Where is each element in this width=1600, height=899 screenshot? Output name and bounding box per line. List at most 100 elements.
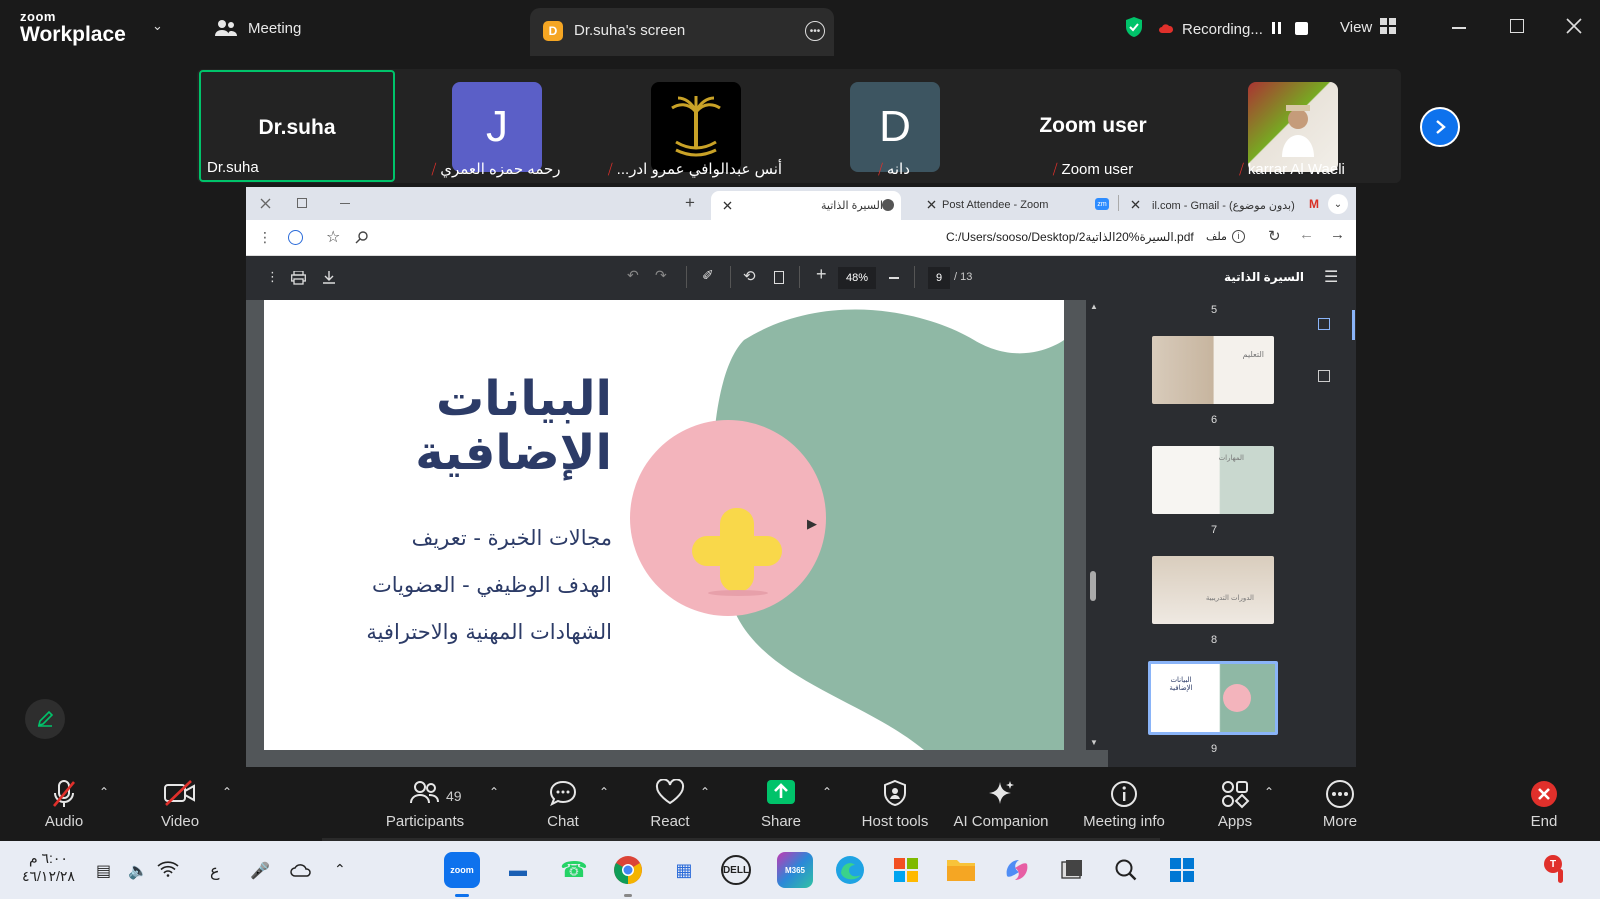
thumbnail-page-8[interactable]: الدورات التدريبية — [1152, 556, 1274, 624]
forward-icon[interactable]: → — [1330, 226, 1345, 243]
meeting-info-button[interactable]: Meeting info — [1072, 779, 1176, 830]
apps-button[interactable]: Apps — [1205, 779, 1265, 830]
clock[interactable]: ٦:٠٠ م ٤٦/١٢/٢٨ — [22, 849, 75, 885]
apps-options-caret[interactable]: ⌃ — [1264, 785, 1274, 799]
search-icon[interactable] — [1108, 852, 1144, 888]
more-button[interactable]: More — [1310, 779, 1370, 830]
scroll-up-icon[interactable]: ▲ — [1090, 302, 1098, 311]
video-button[interactable]: Video — [150, 779, 210, 830]
chevron-down-icon[interactable]: ⌄ — [152, 18, 163, 34]
tab-close-icon[interactable] — [927, 200, 936, 209]
bookmark-star-icon[interactable]: ☆ — [326, 227, 340, 247]
ai-companion-button[interactable]: AI Companion — [948, 779, 1054, 830]
restore-icon[interactable] — [1510, 19, 1524, 33]
input-language[interactable]: ع — [210, 861, 220, 881]
tab-search-icon[interactable]: ⌄ — [1328, 194, 1348, 214]
stop-recording-icon[interactable] — [1294, 20, 1308, 36]
rotate-icon[interactable]: ⟲ — [743, 267, 756, 285]
view-button[interactable]: View — [1340, 19, 1372, 36]
share-button[interactable]: Share — [751, 779, 811, 830]
participant-tile[interactable]: Zoom user ⧸ Zoom user — [995, 70, 1191, 182]
control-panel-icon[interactable]: ▦ — [666, 852, 702, 888]
thumbnail-page-9-active[interactable]: البيانات الإضافية — [1148, 661, 1278, 735]
grid-view-icon[interactable] — [1380, 18, 1396, 34]
tab-label[interactable]: il.com - Gmail - (بدون موضوع) — [1152, 199, 1295, 212]
participant-tile[interactable]: J ⧸ رحمه حمزه العمري — [398, 70, 594, 182]
zoom-lens-icon[interactable] — [355, 230, 369, 244]
participants-options-caret[interactable]: ⌃ — [489, 785, 499, 799]
reload-icon[interactable]: ↻ — [1268, 227, 1281, 245]
hamburger-menu-icon[interactable]: ☰ — [1324, 267, 1338, 287]
ruler-app-icon[interactable]: ▬ — [500, 852, 536, 888]
participant-tile[interactable]: ⧸ ...أنس عبدالوافي عمرو ادر — [597, 70, 793, 182]
annotate-icon[interactable]: ✐ — [702, 267, 714, 284]
react-options-caret[interactable]: ⌃ — [700, 785, 710, 799]
close-icon[interactable] — [1566, 18, 1582, 34]
tablet-app-icon[interactable] — [1054, 852, 1090, 888]
tab-close-icon[interactable] — [723, 201, 732, 210]
thumbnail-page-7[interactable]: المهارات — [1152, 446, 1274, 514]
outline-view-icon[interactable] — [1318, 370, 1330, 382]
host-tools-button[interactable]: Host tools — [855, 779, 935, 830]
kebab-menu-icon[interactable]: ⋮ — [258, 229, 272, 246]
undo-icon[interactable]: ↶ — [627, 267, 639, 284]
profile-icon[interactable] — [288, 230, 303, 245]
site-info-icon[interactable]: i — [1232, 230, 1245, 243]
copilot-icon[interactable] — [999, 852, 1035, 888]
browser-restore-icon[interactable] — [297, 198, 307, 208]
dell-icon[interactable]: DELL — [721, 855, 751, 885]
participants-button[interactable]: Participants — [380, 779, 470, 830]
fit-page-icon[interactable] — [774, 271, 784, 284]
browser-tab-active[interactable]: السيرة الذاتية — [711, 191, 901, 220]
wifi-icon[interactable] — [157, 861, 179, 877]
browser-close-icon[interactable] — [260, 198, 271, 209]
chat-options-caret[interactable]: ⌃ — [599, 785, 609, 799]
share-options-caret[interactable]: ⌃ — [822, 785, 832, 799]
pdf-scrollbar[interactable]: ▲ ▼ — [1086, 300, 1108, 750]
m365-icon[interactable]: M365 — [777, 852, 813, 888]
chrome-icon[interactable] — [610, 852, 646, 888]
video-options-caret[interactable]: ⌃ — [222, 785, 232, 799]
zoom-out-button[interactable] — [889, 277, 899, 279]
store-icon[interactable] — [888, 852, 924, 888]
show-hidden-icons-chevron[interactable]: ⌃ — [334, 861, 346, 878]
page-number-input[interactable]: 9 — [928, 267, 950, 289]
whatsapp-icon[interactable]: ☎ — [556, 852, 592, 888]
zoom-app-icon[interactable]: zoom — [444, 852, 480, 888]
audio-options-caret[interactable]: ⌃ — [99, 785, 109, 799]
battery-plug-icon[interactable]: ▤ — [96, 861, 111, 881]
thumbnail-page-6[interactable]: التعليم — [1152, 336, 1274, 404]
meeting-menu[interactable]: Meeting — [214, 18, 301, 38]
redo-icon[interactable]: ↷ — [655, 267, 667, 284]
gallery-next-button[interactable] — [1420, 107, 1460, 147]
print-icon[interactable] — [291, 271, 306, 285]
thumbnails-view-icon[interactable] — [1318, 318, 1330, 330]
new-tab-button[interactable]: + — [685, 193, 695, 213]
pdf-more-icon[interactable]: ⋮ — [266, 269, 279, 285]
onedrive-icon[interactable] — [290, 863, 312, 877]
annotate-button[interactable] — [25, 699, 65, 739]
scroll-down-icon[interactable]: ▼ — [1090, 738, 1098, 747]
participant-tile-drsuha[interactable]: Dr.suha Dr.suha — [199, 70, 395, 182]
back-icon[interactable]: ← — [1299, 226, 1314, 243]
participant-tile[interactable]: D ⧸ دانه — [796, 70, 992, 182]
participant-tile[interactable]: ⧸ karrar Al Waeli — [1194, 70, 1390, 182]
browser-minimize-icon[interactable] — [340, 203, 350, 205]
more-options-icon[interactable]: ••• — [805, 21, 825, 41]
shield-check-icon[interactable] — [1124, 16, 1144, 38]
windows-start-icon[interactable] — [1164, 852, 1200, 888]
file-explorer-icon[interactable] — [943, 852, 979, 888]
address-input[interactable]: C:/Users/sooso/Desktop/السيرة%20الذاتية2… — [946, 230, 1194, 244]
tab-close-icon[interactable] — [1131, 200, 1140, 209]
download-icon[interactable] — [322, 270, 336, 285]
volume-icon[interactable]: 🔈 — [128, 861, 148, 881]
zoom-in-button[interactable]: + — [816, 264, 827, 285]
end-meeting-button[interactable]: End — [1514, 779, 1574, 830]
scrollbar-thumb[interactable] — [1090, 571, 1096, 601]
zoom-level-input[interactable]: 48% — [838, 267, 876, 289]
react-button[interactable]: React — [638, 778, 702, 830]
edge-icon[interactable] — [832, 852, 868, 888]
audio-button[interactable]: Audio — [34, 779, 94, 830]
pause-recording-icon[interactable] — [1270, 20, 1284, 36]
minimize-icon[interactable] — [1452, 27, 1466, 29]
